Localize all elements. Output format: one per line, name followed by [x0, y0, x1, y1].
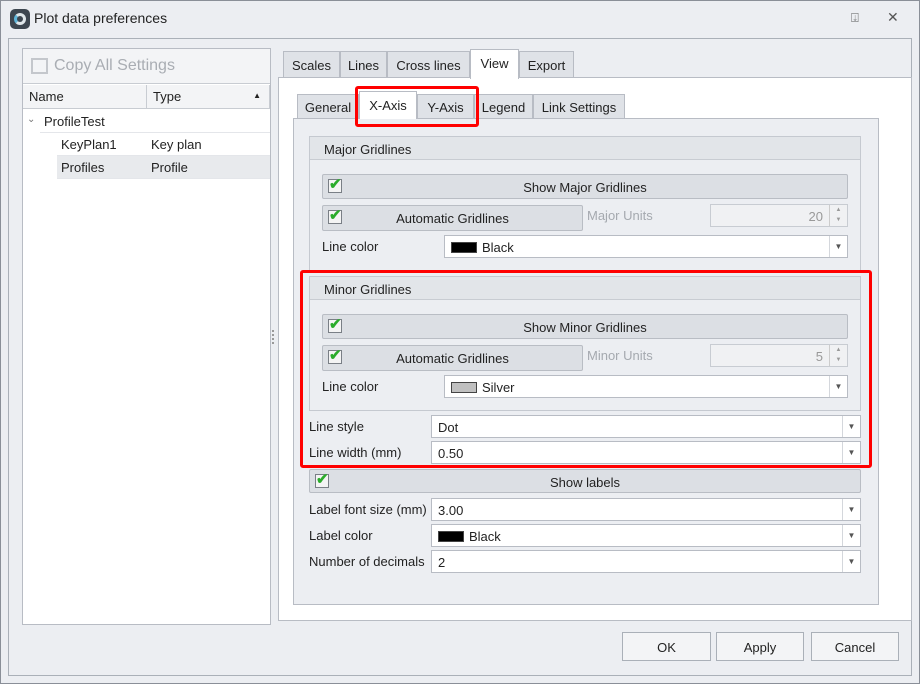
copy-icon	[31, 58, 48, 74]
highlight-axis-tabs	[355, 86, 479, 127]
spin-arrows-icon: ▲ ▼	[829, 205, 847, 226]
number-of-decimals-label: Number of decimals	[309, 554, 425, 569]
major-units-value: 20	[808, 209, 823, 224]
show-labels-label: Show labels	[549, 475, 621, 490]
sort-asc-icon: ▲	[253, 91, 261, 100]
major-units-label: Major Units	[587, 208, 653, 223]
color-swatch	[438, 531, 464, 542]
apply-button[interactable]: Apply	[716, 632, 804, 661]
label-color-value: Black	[469, 529, 501, 544]
major-units-spinner[interactable]: 20 ▲ ▼	[710, 204, 848, 227]
app-icon	[10, 9, 30, 29]
auto-label: Automatic Gridlines	[396, 211, 509, 226]
tree-expand-icon[interactable]: ⌄	[27, 114, 35, 125]
checkbox-checked-icon	[328, 206, 342, 224]
column-header-name[interactable]: Name	[23, 85, 147, 109]
tree-row-type: Key plan	[151, 137, 202, 152]
copy-all-label: Copy All Settings	[54, 57, 175, 74]
splitter-handle[interactable]	[272, 330, 275, 344]
subtab-legend[interactable]: Legend	[474, 94, 533, 119]
show-major-gridlines-toggle[interactable]: Show Major Gridlines	[322, 174, 848, 199]
tree-row-profiletest[interactable]: ProfileTest	[40, 110, 270, 133]
tab-export[interactable]: Export	[519, 51, 574, 78]
show-labels-toggle[interactable]: Show labels	[309, 469, 861, 493]
tree-row-name: KeyPlan1	[61, 137, 117, 152]
major-line-color-select[interactable]: Black ▼	[444, 235, 848, 258]
checkbox-checked-icon	[315, 470, 329, 488]
major-gridlines-title: Major Gridlines	[310, 137, 860, 160]
tree-row-name: Profiles	[61, 160, 105, 175]
label-font-size-label: Label font size (mm)	[309, 502, 427, 517]
label-font-size-value: 3.00	[438, 503, 464, 518]
dropdown-arrow-icon: ▼	[842, 499, 860, 520]
tab-view[interactable]: View	[470, 49, 519, 79]
column-header-type[interactable]: Type ▲	[147, 85, 270, 109]
label-font-size-select[interactable]: 3.00 ▼	[431, 498, 861, 521]
copy-all-settings-button[interactable]: Copy All Settings	[23, 49, 270, 84]
subtab-link-settings[interactable]: Link Settings	[533, 94, 625, 119]
tree-row-profiles[interactable]: Profiles Profile	[57, 156, 270, 179]
major-color-value: Black	[482, 240, 514, 255]
label-color-label: Label color	[309, 528, 373, 543]
pin-icon[interactable]: ⍗	[851, 10, 859, 26]
window-title: Plot data preferences	[34, 10, 168, 26]
dropdown-arrow-icon: ▼	[842, 551, 860, 572]
subtab-general[interactable]: General	[297, 94, 359, 119]
close-icon[interactable]: ✕	[887, 9, 899, 26]
checkbox-checked-icon	[328, 175, 342, 193]
tab-cross-lines[interactable]: Cross lines	[387, 51, 470, 78]
number-of-decimals-select[interactable]: 2 ▼	[431, 550, 861, 573]
color-swatch	[451, 242, 477, 253]
dropdown-arrow-icon: ▼	[829, 236, 847, 257]
tree-row-type: Profile	[151, 160, 188, 175]
tab-lines[interactable]: Lines	[340, 51, 387, 78]
major-line-color-label: Line color	[322, 239, 379, 254]
ok-button[interactable]: OK	[622, 632, 711, 661]
show-major-label: Show Major Gridlines	[523, 180, 647, 195]
column-header-type-label: Type	[153, 89, 182, 104]
highlight-minor-gridlines	[300, 270, 872, 468]
label-color-select[interactable]: Black ▼	[431, 524, 861, 547]
decimals-value: 2	[438, 555, 446, 570]
cancel-button[interactable]: Cancel	[811, 632, 899, 661]
dropdown-arrow-icon: ▼	[842, 525, 860, 546]
tree-row-keyplan1[interactable]: KeyPlan1 Key plan	[57, 133, 270, 156]
tab-scales[interactable]: Scales	[283, 51, 340, 78]
tree-row-name: ProfileTest	[44, 114, 105, 129]
major-automatic-gridlines-toggle[interactable]: Automatic Gridlines	[322, 205, 583, 231]
